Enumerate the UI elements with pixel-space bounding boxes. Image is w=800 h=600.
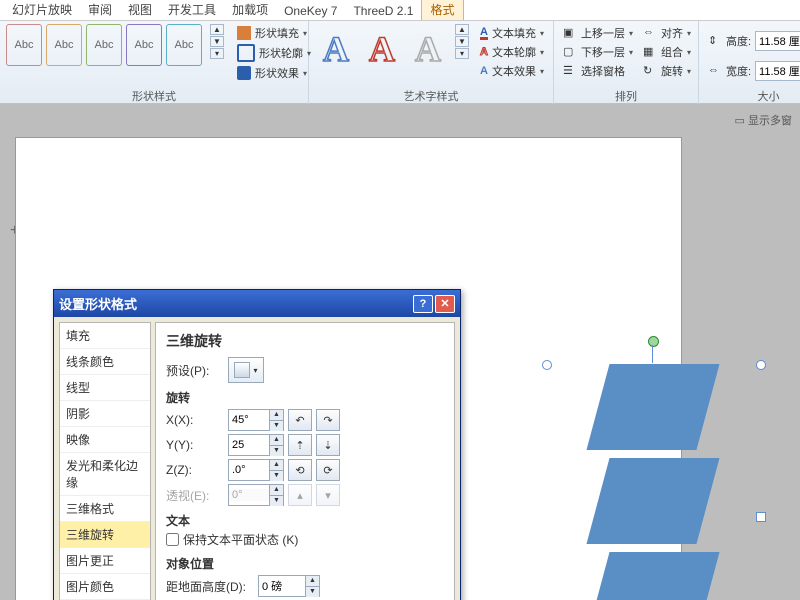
- height-icon: ⇕: [708, 34, 722, 48]
- resize-handle-r[interactable]: [756, 512, 766, 522]
- wordart-a2[interactable]: A: [361, 24, 403, 74]
- nav-item-1[interactable]: 线条颜色: [60, 349, 150, 375]
- rotate-button[interactable]: ↻旋转▾: [640, 62, 694, 80]
- help-button[interactable]: ?: [413, 295, 433, 313]
- keep-text-flat-checkbox[interactable]: 保持文本平面状态 (K): [166, 531, 298, 548]
- shape-outline-button[interactable]: 形状轮廓▾: [234, 43, 314, 63]
- nav-item-6[interactable]: 三维格式: [60, 496, 150, 522]
- tab-0[interactable]: 幻灯片放映: [4, 0, 80, 20]
- bring-forward-button[interactable]: ▣上移一层▾: [560, 24, 636, 42]
- distance-spinner[interactable]: ▲▼: [258, 575, 320, 597]
- x-left-button[interactable]: ↶: [288, 409, 312, 431]
- height-spinner[interactable]: ▲▼: [755, 31, 800, 51]
- text-outline-button[interactable]: A文本轮廓▾: [477, 43, 547, 61]
- wordart-a1[interactable]: A: [315, 24, 357, 74]
- shape-style-4[interactable]: Abc: [126, 24, 162, 66]
- persp-narrow-button: ▴: [288, 484, 312, 506]
- x-spinner[interactable]: ▲▼: [228, 409, 284, 431]
- tab-6[interactable]: ThreeD 2.1: [345, 2, 421, 20]
- x-right-button[interactable]: ↷: [316, 409, 340, 431]
- z-label: Z(Z):: [166, 463, 228, 477]
- preset-dropdown[interactable]: ▾: [228, 357, 264, 383]
- dialog-titlebar[interactable]: 设置形状格式 ? ✕: [54, 290, 460, 317]
- resize-handle-tl[interactable]: [542, 360, 552, 370]
- close-x-button[interactable]: ✕: [435, 295, 455, 313]
- z-spinner[interactable]: ▲▼: [228, 459, 284, 481]
- shape-style-1[interactable]: Abc: [6, 24, 42, 66]
- nav-item-4[interactable]: 映像: [60, 427, 150, 453]
- selected-shape[interactable]: [598, 364, 708, 600]
- perspective-label: 透视(E):: [166, 487, 228, 504]
- nav-item-7[interactable]: 三维旋转: [60, 522, 150, 548]
- resize-handle-tr[interactable]: [756, 360, 766, 370]
- nav-item-0[interactable]: 填充: [60, 323, 150, 349]
- y-down-button[interactable]: ⇣: [316, 434, 340, 456]
- format-shape-dialog: 设置形状格式 ? ✕ 填充线条颜色线型阴影映像发光和柔化边缘三维格式三维旋转图片…: [53, 289, 461, 600]
- wordart-a3[interactable]: A: [407, 24, 449, 74]
- nav-item-2[interactable]: 线型: [60, 375, 150, 401]
- section-position: 对象位置: [166, 555, 444, 572]
- y-up-button[interactable]: ⇡: [288, 434, 312, 456]
- distance-label: 距地面高度(D):: [166, 578, 258, 595]
- nav-item-3[interactable]: 阴影: [60, 401, 150, 427]
- nav-item-8[interactable]: 图片更正: [60, 548, 150, 574]
- tab-3[interactable]: 开发工具: [160, 0, 224, 20]
- text-effects-button[interactable]: A文本效果▾: [477, 62, 547, 80]
- width-icon: ⇔: [708, 64, 722, 78]
- z-ccw-button[interactable]: ⟲: [288, 459, 312, 481]
- text-fill-button[interactable]: A文本填充▾: [477, 24, 547, 42]
- tab-5[interactable]: OneKey 7: [276, 2, 345, 20]
- y-label: Y(Y):: [166, 438, 228, 452]
- x-label: X(X):: [166, 413, 228, 427]
- wordart-gallery-more[interactable]: ▲ ▼ ▾: [455, 24, 469, 59]
- shape-style-2[interactable]: Abc: [46, 24, 82, 66]
- shape-effects-button[interactable]: 形状效果▾: [234, 64, 314, 82]
- dialog-title: 设置形状格式: [59, 294, 137, 313]
- rotate-handle[interactable]: [648, 336, 659, 347]
- persp-wide-button: ▾: [316, 484, 340, 506]
- section-text: 文本: [166, 512, 444, 529]
- selection-pane-button[interactable]: ☰选择窗格: [560, 62, 636, 80]
- tab-7[interactable]: 格式: [421, 0, 463, 20]
- group-button[interactable]: ▦组合▾: [640, 43, 694, 61]
- shape-gallery-more[interactable]: ▲ ▼ ▾: [210, 24, 224, 59]
- status-display: ▭ 显示多窗: [735, 112, 792, 128]
- width-row: ⇔宽度: ▲▼: [705, 60, 800, 82]
- width-spinner[interactable]: ▲▼: [755, 61, 800, 81]
- preset-label: 预设(P):: [166, 362, 228, 379]
- tab-4[interactable]: 加载项: [224, 0, 276, 20]
- perspective-spinner: ▲▼: [228, 484, 284, 506]
- section-rotation: 旋转: [166, 389, 444, 406]
- nav-item-9[interactable]: 图片颜色: [60, 574, 150, 600]
- align-button[interactable]: ⇔对齐▾: [640, 24, 694, 42]
- shape-style-3[interactable]: Abc: [86, 24, 122, 66]
- send-backward-button[interactable]: ▢下移一层▾: [560, 43, 636, 61]
- panel-title: 三维旋转: [166, 331, 444, 351]
- dialog-nav: 填充线条颜色线型阴影映像发光和柔化边缘三维格式三维旋转图片更正图片颜色艺术效果裁…: [59, 322, 151, 600]
- shape-style-5[interactable]: Abc: [166, 24, 202, 66]
- z-cw-button[interactable]: ⟳: [316, 459, 340, 481]
- height-row: ⇕高度: ▲▼: [705, 30, 800, 52]
- shape-fill-button[interactable]: 形状填充▾: [234, 24, 314, 42]
- y-spinner[interactable]: ▲▼: [228, 434, 284, 456]
- tab-2[interactable]: 视图: [120, 0, 160, 20]
- tab-1[interactable]: 审阅: [80, 0, 120, 20]
- nav-item-5[interactable]: 发光和柔化边缘: [60, 453, 150, 496]
